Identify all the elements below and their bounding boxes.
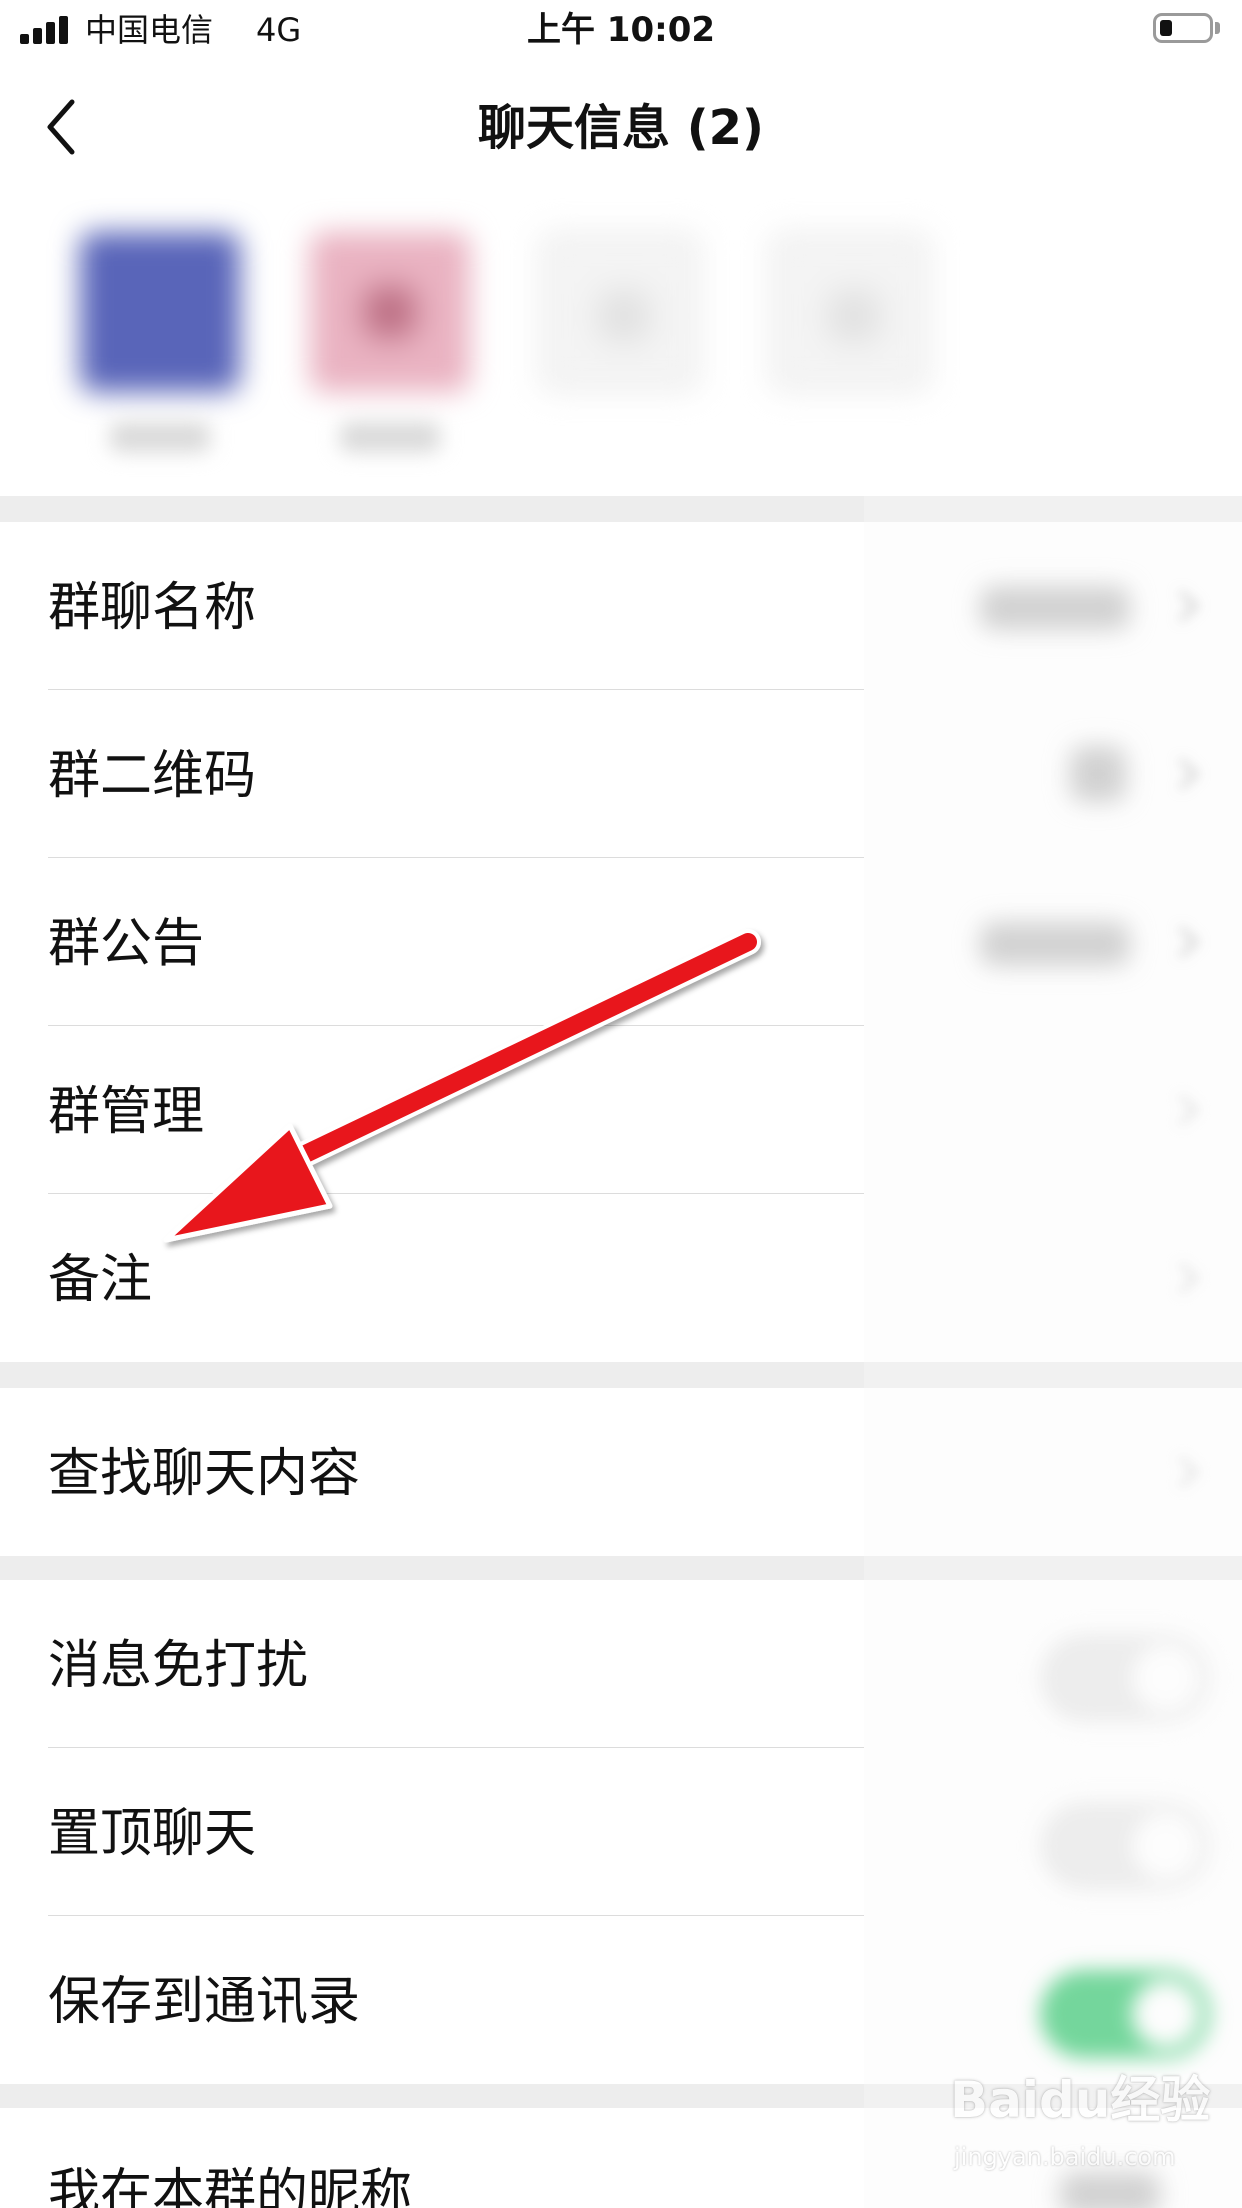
row-label: 消息免打扰: [48, 1636, 309, 1696]
remove-member-icon: [770, 232, 930, 392]
chevron-right-icon: [1168, 1452, 1208, 1492]
battery-tip: [1215, 22, 1220, 34]
member-avatar-1[interactable]: [70, 222, 250, 462]
chevron-right-icon: [1168, 1258, 1208, 1298]
member-name: [340, 422, 440, 452]
battery-icon: [1153, 13, 1213, 43]
save-to-contacts-toggle[interactable]: [1040, 1970, 1210, 2058]
add-member-button[interactable]: [530, 222, 710, 462]
row-save-to-contacts: 保存到通讯录: [0, 1916, 1242, 2084]
row-value: [980, 586, 1130, 630]
row-label: 保存到通讯录: [48, 1972, 361, 2032]
qr-code-icon: [1070, 746, 1126, 802]
row-label: 群管理: [48, 1082, 205, 1142]
status-bar: 中国电信 4G 上午 10:02: [0, 0, 1242, 62]
back-button[interactable]: [36, 92, 96, 162]
row-group-management[interactable]: 群管理: [0, 1026, 1242, 1194]
row-remark[interactable]: 备注: [0, 1194, 1242, 1362]
row-label: 群公告: [48, 914, 205, 974]
member-avatar-2[interactable]: [300, 222, 480, 462]
chevron-right-icon: [1168, 1090, 1208, 1130]
chevron-right-icon: [1168, 922, 1208, 962]
chevron-right-icon: [1168, 586, 1208, 626]
watermark-brand: Baidu经验: [950, 2071, 1211, 2129]
row-search-chat-content[interactable]: 查找聊天内容: [0, 1388, 1242, 1556]
avatar: [310, 232, 470, 392]
row-label: 置顶聊天: [48, 1804, 257, 1864]
settings-group-toggles: 消息免打扰 置顶聊天 保存到通讯录: [0, 1580, 1242, 2084]
row-group-announcement[interactable]: 群公告: [0, 858, 1242, 1026]
row-label: 查找聊天内容: [48, 1444, 361, 1504]
watermark-url: jingyan.baidu.com: [954, 2143, 1176, 2171]
settings-group-search: 查找聊天内容: [0, 1388, 1242, 1556]
chat-info-screen: 中国电信 4G 上午 10:02 聊天信息 (2) 群聊名称 群二维码 群公告 …: [0, 0, 1242, 2208]
member-name: [110, 422, 210, 452]
row-mute-notifications: 消息免打扰: [0, 1580, 1242, 1748]
chevron-right-icon: [1168, 754, 1208, 794]
row-group-qr-code[interactable]: 群二维码: [0, 690, 1242, 858]
row-pin-chat: 置顶聊天: [0, 1748, 1242, 1916]
row-label: 我在本群的昵称: [48, 2164, 413, 2208]
row-value: [980, 922, 1130, 966]
baidu-watermark: Baidu经验 jingyan.baidu.com: [940, 2070, 1210, 2190]
pin-chat-toggle[interactable]: [1040, 1802, 1210, 1890]
row-label: 群二维码: [48, 746, 257, 806]
row-label: 备注: [48, 1250, 153, 1310]
settings-group-info: 群聊名称 群二维码 群公告 群管理 备注: [0, 522, 1242, 1362]
row-group-name[interactable]: 群聊名称: [0, 522, 1242, 690]
page-title: 聊天信息 (2): [478, 100, 764, 156]
remove-member-button[interactable]: [760, 222, 940, 462]
member-grid: [0, 192, 1242, 496]
add-member-icon: [540, 232, 700, 392]
status-time: 上午 10:02: [526, 10, 716, 50]
avatar: [80, 232, 240, 392]
mute-notifications-toggle[interactable]: [1040, 1634, 1210, 1722]
chevron-left-icon: [47, 99, 75, 155]
nav-bar: 聊天信息 (2): [0, 62, 1242, 192]
row-label: 群聊名称: [48, 578, 257, 638]
